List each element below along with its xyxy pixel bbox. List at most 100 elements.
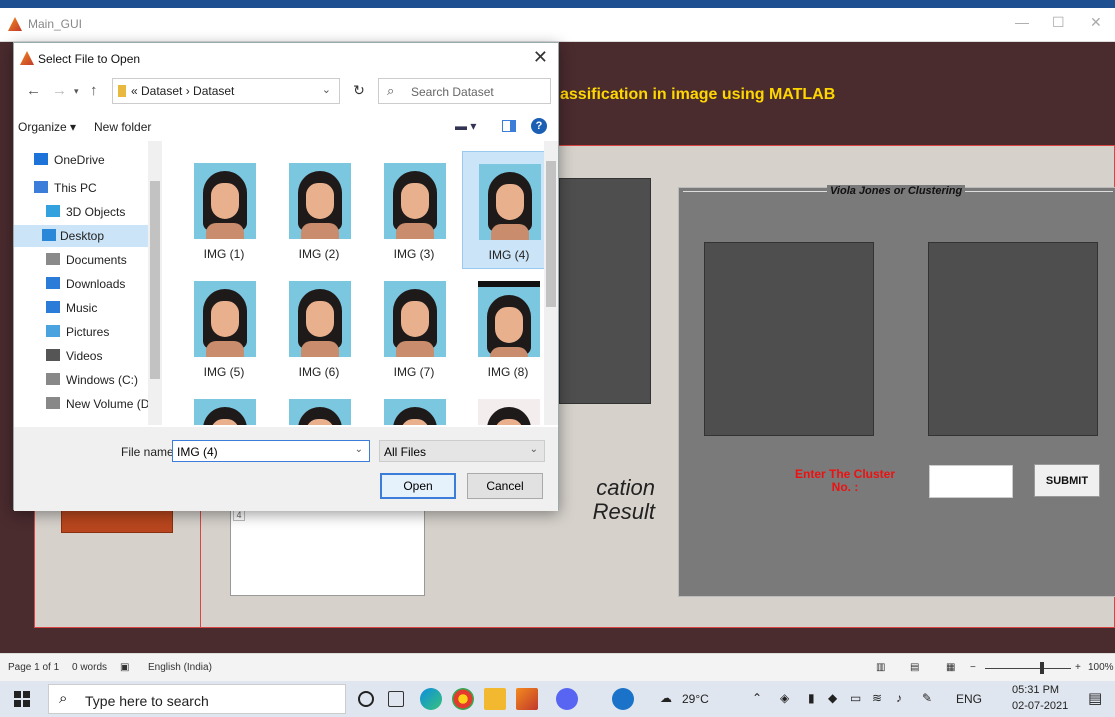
help-icon[interactable]: ?	[531, 118, 547, 134]
organize-button[interactable]: Organize ▾	[18, 120, 76, 134]
chevron-down-icon[interactable]: ⌄	[355, 444, 363, 455]
zoom-level[interactable]: 100%	[1088, 662, 1114, 673]
chevron-up-icon[interactable]: ⌃	[752, 691, 762, 705]
print-layout-icon[interactable]: ▤	[910, 662, 919, 673]
file-tile[interactable]	[178, 387, 270, 425]
matlab-taskbar-icon[interactable]	[516, 688, 538, 710]
new-folder-button[interactable]: New folder	[94, 120, 151, 134]
help-app-icon[interactable]	[612, 688, 634, 710]
file-tile[interactable]	[462, 387, 544, 425]
nav-item-music[interactable]: Music	[46, 297, 162, 319]
taskbar-search-input[interactable]: ⌕ Type here to search	[48, 684, 346, 714]
task-view-icon[interactable]	[388, 691, 404, 707]
file-explorer-icon[interactable]	[484, 688, 506, 710]
search-input[interactable]: ⌕ Search Dataset	[378, 78, 551, 104]
zoom-slider-thumb[interactable]	[1040, 662, 1044, 674]
zoom-slider[interactable]	[985, 668, 1071, 669]
search-icon: ⌕	[59, 690, 68, 707]
file-name-value: IMG (4)	[177, 445, 218, 459]
file-tile[interactable]: IMG (3)	[368, 151, 460, 269]
breadcrumb: « Dataset › Dataset	[131, 84, 235, 98]
file-tile[interactable]: IMG (8)	[462, 269, 544, 387]
nav-item-pictures[interactable]: Pictures	[46, 321, 162, 343]
desktop-icon	[42, 229, 56, 241]
recent-locations-icon[interactable]: ▾	[74, 86, 79, 97]
nav-item-documents[interactable]: Documents	[46, 249, 162, 271]
chevron-down-icon[interactable]: ⌄	[322, 83, 331, 96]
document-icon	[46, 253, 60, 265]
language-indicator[interactable]: ENG	[956, 692, 982, 706]
file-tile[interactable]: IMG (7)	[368, 269, 460, 387]
nav-item-downloads[interactable]: Downloads	[46, 273, 162, 295]
dialog-close-icon[interactable]: ✕	[533, 47, 548, 68]
file-tile[interactable]: IMG (2)	[273, 151, 365, 269]
windows-taskbar: ⌕ Type here to search ☁ 29°C ⌃ ◈ ▮ ◆ ▭ ≋…	[0, 681, 1115, 717]
nav-item-onedrive[interactable]: OneDrive	[34, 149, 154, 171]
network-icon[interactable]: ◈	[780, 691, 789, 705]
picture-icon	[46, 325, 60, 337]
file-tile[interactable]	[273, 387, 365, 425]
file-tile[interactable]: IMG (4)	[462, 151, 544, 269]
cortana-icon[interactable]	[358, 691, 374, 707]
nav-item-windows-c[interactable]: Windows (C:)	[46, 369, 162, 391]
chrome-icon[interactable]	[452, 688, 474, 710]
nav-item-new-volume-d[interactable]: New Volume (D:)	[46, 393, 162, 415]
nav-item-videos[interactable]: Videos	[46, 345, 162, 367]
refresh-icon[interactable]: ↻	[346, 78, 372, 104]
file-name-input[interactable]: IMG (4) ⌄	[172, 440, 370, 462]
forward-arrow-icon[interactable]: →	[52, 82, 67, 99]
nav-item-this-pc[interactable]: This PC	[34, 177, 154, 199]
submit-button[interactable]: SUBMIT	[1034, 464, 1100, 497]
web-layout-icon[interactable]: ▦	[946, 662, 955, 673]
navigation-scrollbar[interactable]	[148, 141, 162, 425]
read-mode-icon[interactable]: ▥	[876, 662, 885, 673]
file-tile[interactable]: IMG (6)	[273, 269, 365, 387]
zoom-out-icon[interactable]: −	[970, 662, 976, 673]
volume-icon[interactable]: ♪	[896, 691, 902, 705]
nav-item-label: New Volume (D:)	[66, 397, 157, 411]
panel-title: Viola Jones or Clustering	[827, 185, 966, 197]
cancel-button[interactable]: Cancel	[467, 473, 543, 499]
viola-jones-panel: Viola Jones or Clustering Enter The Clus…	[678, 185, 1115, 597]
nav-item-label: Videos	[66, 349, 103, 363]
preview-pane-icon[interactable]	[502, 120, 516, 132]
chevron-down-icon[interactable]: ⌄	[530, 444, 538, 455]
windows-start-icon[interactable]	[14, 691, 30, 707]
edge-icon[interactable]	[420, 688, 442, 710]
file-grid: IMG (1) IMG (2) IMG (3) IMG (4) IMG (5) IMG (…	[164, 141, 544, 425]
file-tile[interactable]	[368, 387, 460, 425]
cube-icon	[46, 205, 60, 217]
nav-item-desktop[interactable]: Desktop	[14, 225, 150, 247]
pen-icon[interactable]: ✎	[922, 691, 932, 705]
file-tile[interactable]: IMG (5)	[178, 269, 270, 387]
change-view-icon[interactable]: ▬ ▾	[455, 119, 476, 133]
file-grid-scrollbar[interactable]	[544, 141, 558, 425]
close-icon[interactable]: ✕	[1090, 14, 1102, 31]
file-type-select[interactable]: All Files ⌄	[379, 440, 545, 462]
discord-icon[interactable]	[556, 688, 578, 710]
proofing-icon[interactable]: ▣	[120, 662, 129, 673]
cluster-number-input[interactable]	[929, 465, 1013, 498]
file-tile[interactable]: IMG (1)	[178, 151, 270, 269]
minimize-icon[interactable]: —	[1015, 14, 1029, 30]
open-button[interactable]: Open	[380, 473, 456, 499]
microphone-icon[interactable]: ▮	[808, 691, 815, 705]
nav-item-3d-objects[interactable]: 3D Objects	[46, 201, 162, 223]
clock-time[interactable]: 05:31 PM	[1012, 684, 1059, 696]
up-arrow-icon[interactable]: ↑	[90, 82, 98, 99]
clock-date[interactable]: 02-07-2021	[1012, 700, 1068, 712]
result-listbox[interactable]: 4	[230, 506, 425, 596]
wifi-icon[interactable]: ≋	[872, 691, 882, 705]
weather-icon[interactable]: ☁	[660, 691, 672, 705]
dialog-toolbar: Organize ▾ New folder ▬ ▾ ?	[14, 113, 558, 141]
address-bar[interactable]: « Dataset › Dataset ⌄	[112, 78, 340, 104]
language-indicator[interactable]: English (India)	[148, 662, 212, 673]
maximize-icon[interactable]: ☐	[1052, 14, 1065, 31]
back-arrow-icon[interactable]: ←	[26, 82, 41, 99]
computer-icon	[34, 181, 48, 193]
notification-icon[interactable]: ▤	[1088, 689, 1102, 707]
zoom-in-icon[interactable]: +	[1075, 662, 1081, 673]
weather-temp[interactable]: 29°C	[682, 692, 709, 706]
security-icon[interactable]: ◆	[828, 691, 837, 705]
battery-icon[interactable]: ▭	[850, 691, 861, 705]
